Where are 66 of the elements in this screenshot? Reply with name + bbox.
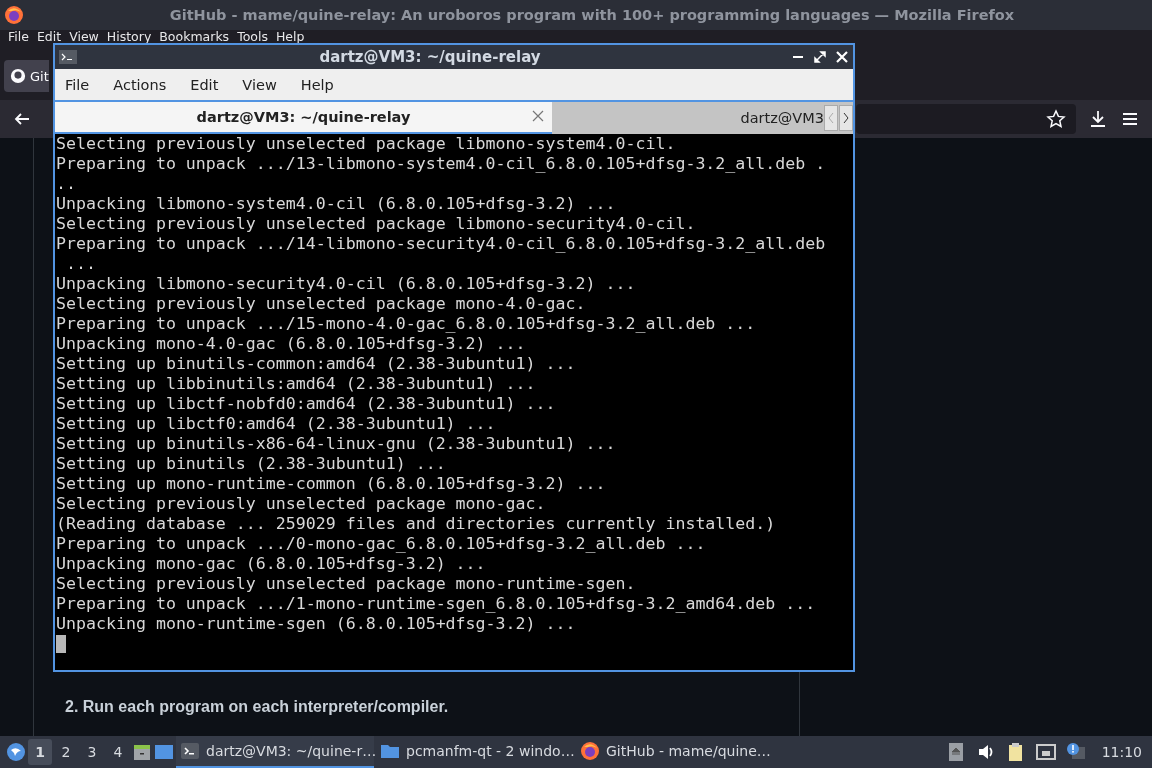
terminal-line: Preparing to unpack .../1-mono-runtime-sgen_6.8.0.105+dfsg-3.2_amd64.deb ... xyxy=(56,594,817,614)
terminal-line: ... xyxy=(65,254,97,274)
terminal-line: Selecting previously unselected package libmono-system4.0-cil. xyxy=(56,134,677,154)
terminal-icon xyxy=(59,50,77,64)
menu-item[interactable]: Tools xyxy=(235,30,274,43)
terminal-line: Selecting previously unselected package mono-4.0-gac. xyxy=(56,294,587,314)
browser-tab[interactable]: Git xyxy=(4,60,49,92)
menu-item[interactable]: History xyxy=(104,30,158,43)
section-heading: 2. Run each program on each interpreter/compiler. xyxy=(65,698,450,716)
notification-icon[interactable] xyxy=(1065,742,1086,762)
menu-item[interactable]: Edit xyxy=(34,30,68,43)
terminal-line: Setting up libctf-nobfd0:amd64 (2.38-3ubuntu1) ... xyxy=(56,394,557,414)
menu-item[interactable]: Edit xyxy=(190,76,227,93)
terminal-line: .. xyxy=(56,174,77,194)
terminal-line: Setting up libctf0:amd64 (2.38-3ubuntu1) ... xyxy=(56,414,497,434)
terminal-line: Preparing to unpack .../13-libmono-system4.0-cil_6.8.0.105+dfsg-3.2_all.deb . xyxy=(56,154,827,174)
firefox-icon xyxy=(4,5,24,25)
terminal-tab[interactable]: dartz@VM3: ~/quine-relay xyxy=(55,102,552,134)
terminal-line: Preparing to unpack .../0-mono-gac_6.8.0.105+dfsg-3.2_all.deb ... xyxy=(56,534,707,554)
terminal-line: Unpacking mono-4.0-gac (6.8.0.105+dfsg-3.2) ... xyxy=(56,334,527,354)
desktop-switch[interactable]: 1 xyxy=(28,739,52,765)
scroll-right-button[interactable] xyxy=(839,105,853,131)
terminal-line: (Reading database ... 259029 files and directories currently installed.) xyxy=(56,514,777,534)
taskbar-button[interactable]: pcmanfm-qt - 2 windo… xyxy=(376,736,574,768)
window-title: dartz@VM3: ~/quine-relay xyxy=(318,48,542,66)
terminal-icon xyxy=(180,741,200,761)
terminal-line: Unpacking libmono-system4.0-cil (6.8.0.105+dfsg-3.2) ... xyxy=(56,194,617,214)
desktop-switch[interactable]: 3 xyxy=(80,739,104,765)
terminal-line: Preparing to unpack .../15-mono-4.0-gac_6.8.0.105+dfsg-3.2_all.deb ... xyxy=(56,314,757,334)
menu-item[interactable]: Bookmarks xyxy=(157,30,236,43)
desktop-switch[interactable]: 2 xyxy=(54,739,78,765)
clock[interactable]: 11:10 xyxy=(1101,744,1142,760)
terminal-line: Setting up binutils-x86-64-linux-gnu (2.38-3ubuntu1) ... xyxy=(56,434,617,454)
desktop-switch[interactable]: 4 xyxy=(106,739,130,765)
start-menu-icon[interactable] xyxy=(6,742,26,762)
menu-item[interactable]: Actions xyxy=(113,76,175,93)
terminal-line: Setting up binutils-common:amd64 (2.38-3ubuntu1) ... xyxy=(56,354,577,374)
terminal-line: Selecting previously unselected package mono-runtime-sgen. xyxy=(56,574,637,594)
file-cabinet-icon[interactable] xyxy=(132,742,152,762)
firefox-icon xyxy=(580,741,600,761)
taskbar-button[interactable]: dartz@VM3: ~/quine-r… xyxy=(176,736,374,768)
taskbar-button[interactable]: GitHub - mame/quine… xyxy=(576,736,774,768)
menu-item[interactable]: View xyxy=(67,30,105,43)
network-icon[interactable] xyxy=(1035,742,1056,762)
star-icon[interactable] xyxy=(1046,109,1066,129)
menu-item[interactable]: File xyxy=(6,30,35,43)
chevron-right-icon[interactable] xyxy=(842,112,850,124)
terminal-line: Preparing to unpack .../14-libmono-security4.0-cil_6.8.0.105+dfsg-3.2_all.deb xyxy=(56,234,827,254)
download-icon[interactable] xyxy=(1088,109,1108,129)
menu-item[interactable]: View xyxy=(242,76,285,93)
terminal-line: Selecting previously unselected package libmono-security4.0-cil. xyxy=(56,214,697,234)
terminal-line: Setting up binutils (2.38-3ubuntu1) ... xyxy=(56,454,447,474)
menu-item[interactable]: Help xyxy=(273,30,311,43)
maximize-icon[interactable] xyxy=(813,50,827,64)
terminal-line: Setting up libbinutils:amd64 (2.38-3ubuntu1) ... xyxy=(56,374,537,394)
terminal-line: Unpacking mono-runtime-sgen (6.8.0.105+dfsg-3.2) ... xyxy=(56,614,577,634)
window-title: GitHub - mame/quine-relay: An uroboros program with 100+ programming languages — Mozilla Firefox xyxy=(168,7,1016,23)
terminal-line: Unpacking mono-gac (6.8.0.105+dfsg-3.2) ... xyxy=(56,554,487,574)
menu-item[interactable]: Help xyxy=(300,76,342,93)
terminal-line: Selecting previously unselected package mono-gac. xyxy=(56,494,547,514)
terminal-line: Unpacking libmono-security4.0-cil (6.8.0.105+dfsg-3.2) ... xyxy=(56,274,637,294)
url-field[interactable] xyxy=(856,104,1076,134)
terminal-line: Setting up mono-runtime-common (6.8.0.105+dfsg-3.2) ... xyxy=(56,474,607,494)
desktop-icon[interactable] xyxy=(154,742,174,762)
text-cursor xyxy=(56,635,66,653)
menu-item[interactable]: File xyxy=(65,76,98,93)
